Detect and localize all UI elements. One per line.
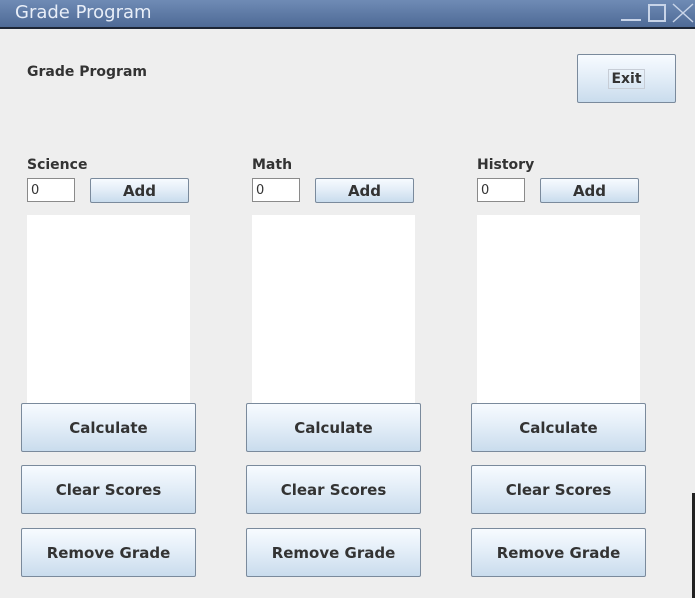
exit-button-label: Exit [608, 68, 645, 89]
science-add-button[interactable]: Add [90, 178, 189, 203]
history-add-button[interactable]: Add [540, 178, 639, 203]
history-score-input[interactable] [477, 178, 525, 202]
science-score-input[interactable] [27, 178, 75, 202]
subject-label-history: History [477, 157, 535, 173]
minimize-icon[interactable] [621, 3, 641, 23]
window-title: Grade Program [15, 2, 152, 23]
title-bar[interactable]: Grade Program [0, 0, 695, 29]
math-clear-scores-button[interactable]: Clear Scores [246, 465, 421, 514]
math-score-list[interactable] [252, 215, 415, 403]
science-clear-scores-button[interactable]: Clear Scores [21, 465, 196, 514]
math-score-input[interactable] [252, 178, 300, 202]
subject-label-science: Science [27, 157, 88, 173]
history-clear-scores-button[interactable]: Clear Scores [471, 465, 646, 514]
math-calculate-button[interactable]: Calculate [246, 403, 421, 452]
exit-button[interactable]: Exit [577, 54, 676, 103]
science-score-list[interactable] [27, 215, 190, 403]
history-score-list[interactable] [477, 215, 640, 403]
math-add-button[interactable]: Add [315, 178, 414, 203]
close-icon[interactable] [672, 3, 694, 23]
history-calculate-button[interactable]: Calculate [471, 403, 646, 452]
science-remove-grade-button[interactable]: Remove Grade [21, 528, 196, 577]
subject-label-math: Math [252, 157, 293, 173]
history-remove-grade-button[interactable]: Remove Grade [471, 528, 646, 577]
maximize-icon[interactable] [648, 4, 666, 22]
app-heading: Grade Program [27, 64, 147, 80]
science-calculate-button[interactable]: Calculate [21, 403, 196, 452]
math-remove-grade-button[interactable]: Remove Grade [246, 528, 421, 577]
